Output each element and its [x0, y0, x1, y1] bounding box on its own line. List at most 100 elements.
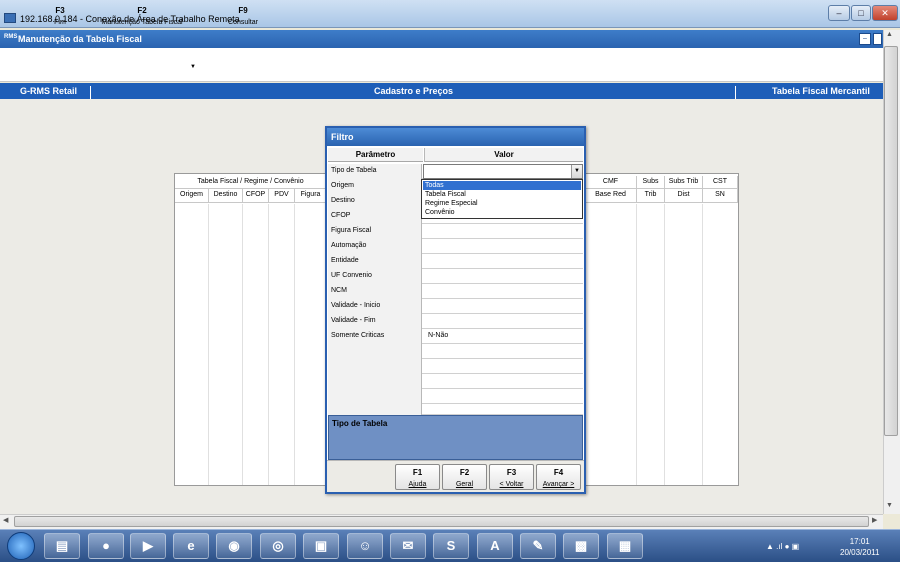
chevron-down-icon[interactable]: ▼ — [571, 165, 582, 178]
toolbar-key: F2 — [137, 6, 147, 15]
tipo-tabela-combobox[interactable] — [423, 164, 583, 179]
param-row[interactable]: Automação — [328, 239, 583, 254]
app-restore-button[interactable] — [873, 33, 882, 45]
app-icon[interactable]: ◎ — [260, 533, 296, 559]
scroll-up-icon[interactable]: ▲ — [886, 31, 893, 38]
avancar-button[interactable]: F4 Avançar > — [536, 464, 581, 490]
param-name: Somente Criticas — [328, 329, 422, 344]
dropdown-arrow-icon[interactable]: ▼ — [190, 64, 196, 70]
clock[interactable]: 17:01 20/03/2011 — [840, 536, 879, 558]
grid-column-header: Subs Trib — [665, 176, 703, 189]
geral-button[interactable]: F2 Geral — [442, 464, 487, 490]
param-name: CFOP — [328, 209, 422, 224]
param-name-empty — [328, 344, 422, 359]
param-value[interactable] — [425, 254, 583, 269]
media-icon[interactable]: ▶ — [130, 533, 166, 559]
dialog-button-bar: F1 Ajuda F2 Geral F3 < Voltar F4 Avançar… — [327, 460, 584, 492]
start-button[interactable] — [7, 532, 35, 560]
param-value[interactable] — [425, 299, 583, 314]
grid-column-header[interactable]: SN — [703, 189, 738, 203]
voltar-button[interactable]: F3 < Voltar — [489, 464, 534, 490]
button-key: F2 — [459, 468, 470, 477]
caption-center: Cadastro e Preços — [374, 86, 454, 96]
caption-left: G-RMS Retail — [20, 86, 78, 96]
grid-divider — [268, 204, 269, 485]
firefox-icon[interactable]: ● — [88, 533, 124, 559]
param-value[interactable] — [425, 239, 583, 254]
grid-column-header[interactable]: CFOP — [243, 189, 269, 203]
dropdown-option[interactable]: Todas — [423, 181, 581, 190]
scroll-down-icon[interactable]: ▼ — [886, 502, 893, 509]
grid-column-header[interactable]: PDV — [269, 189, 295, 203]
paint-icon[interactable]: ✎ — [520, 533, 556, 559]
param-row[interactable]: NCM — [328, 284, 583, 299]
grid-divider — [208, 204, 209, 485]
grid-column-header[interactable]: Dist — [665, 189, 703, 203]
grid-column-header: CST — [703, 176, 738, 189]
grid-divider — [636, 204, 637, 485]
toolbar-fim-button[interactable]: F3 Fim — [42, 6, 78, 26]
monitor-icon[interactable]: ▣ — [303, 533, 339, 559]
param-row[interactable]: Validade - Inicio — [328, 299, 583, 314]
grid-column-header[interactable]: Base Red — [585, 189, 637, 203]
mail-icon[interactable]: ✉ — [390, 533, 426, 559]
param-row[interactable]: Figura Fiscal — [328, 224, 583, 239]
param-name: Entidade — [328, 254, 422, 269]
param-row-empty — [328, 389, 583, 404]
param-name: Validade - Inicio — [328, 299, 422, 314]
param-name: Origem — [328, 179, 422, 194]
dropdown-option[interactable]: Convênio — [423, 208, 581, 217]
grid-column-header[interactable]: Origem — [175, 189, 209, 203]
param-name: Figura Fiscal — [328, 224, 422, 239]
dropdown-option[interactable]: Regime Especial — [423, 199, 581, 208]
param-row[interactable]: UF Convenio — [328, 269, 583, 284]
app-minimize-button[interactable]: – — [859, 33, 871, 45]
grid-column-header[interactable]: Destino — [209, 189, 243, 203]
param-name-empty — [328, 404, 422, 415]
rdp-icon[interactable]: ▩ — [563, 533, 599, 559]
tipo-tabela-dropdown[interactable]: Todas Tabela Fiscal Regime Especial Conv… — [421, 179, 583, 219]
dialog-title: Filtro — [327, 128, 584, 146]
function-toolbar — [0, 48, 900, 82]
param-value[interactable] — [425, 284, 583, 299]
param-value[interactable] — [425, 314, 583, 329]
scroll-right-icon[interactable]: ▶ — [872, 516, 877, 524]
toolbar-manutencao-button[interactable]: F2 Manutenção Tabela Fiscal — [92, 6, 192, 26]
dropdown-option[interactable]: Tabela Fiscal — [423, 190, 581, 199]
acrobat-icon[interactable]: A — [477, 533, 513, 559]
hp-icon[interactable]: ◉ — [216, 533, 252, 559]
param-name-empty — [328, 374, 422, 389]
ajuda-button[interactable]: F1 Ajuda — [395, 464, 440, 490]
param-name: NCM — [328, 284, 422, 299]
param-value[interactable] — [425, 224, 583, 239]
minimize-button[interactable]: – — [828, 5, 850, 21]
grid-divider — [294, 204, 295, 485]
vertical-scroll-thumb[interactable] — [884, 46, 898, 436]
ie-icon[interactable]: e — [173, 533, 209, 559]
app-title-bar: Manutenção da Tabela Fiscal — [0, 30, 900, 48]
close-button[interactable]: ✕ — [872, 5, 898, 21]
skype-icon[interactable]: S — [433, 533, 469, 559]
app-logo: RMS — [4, 34, 18, 40]
system-tray[interactable]: ▲ .ıl ● ▣ — [766, 542, 799, 551]
toolbar-consultar-button[interactable]: F9 Consultar — [222, 6, 264, 26]
param-value[interactable] — [425, 269, 583, 284]
clock-date: 20/03/2011 — [840, 548, 880, 557]
remote-desktop-icon — [4, 13, 16, 23]
grid-column-header[interactable]: Figura — [295, 189, 327, 203]
grid-column-header[interactable]: Trib — [637, 189, 665, 203]
param-name: Automação — [328, 239, 422, 254]
param-row[interactable]: Validade - Fim — [328, 314, 583, 329]
people-icon[interactable]: ☺ — [347, 533, 383, 559]
param-row[interactable]: Somente Criticas N-Não — [328, 329, 583, 344]
scroll-left-icon[interactable]: ◀ — [3, 516, 8, 524]
document-icon[interactable]: ▦ — [607, 533, 643, 559]
folder-icon[interactable]: ▤ — [44, 533, 80, 559]
param-value[interactable]: N-Não — [425, 329, 583, 344]
param-name: Destino — [328, 194, 422, 209]
horizontal-scroll-thumb[interactable] — [14, 516, 869, 527]
maximize-button[interactable]: □ — [851, 5, 871, 21]
param-row[interactable]: Entidade — [328, 254, 583, 269]
grid-divider — [242, 204, 243, 485]
param-name-empty — [328, 359, 422, 374]
